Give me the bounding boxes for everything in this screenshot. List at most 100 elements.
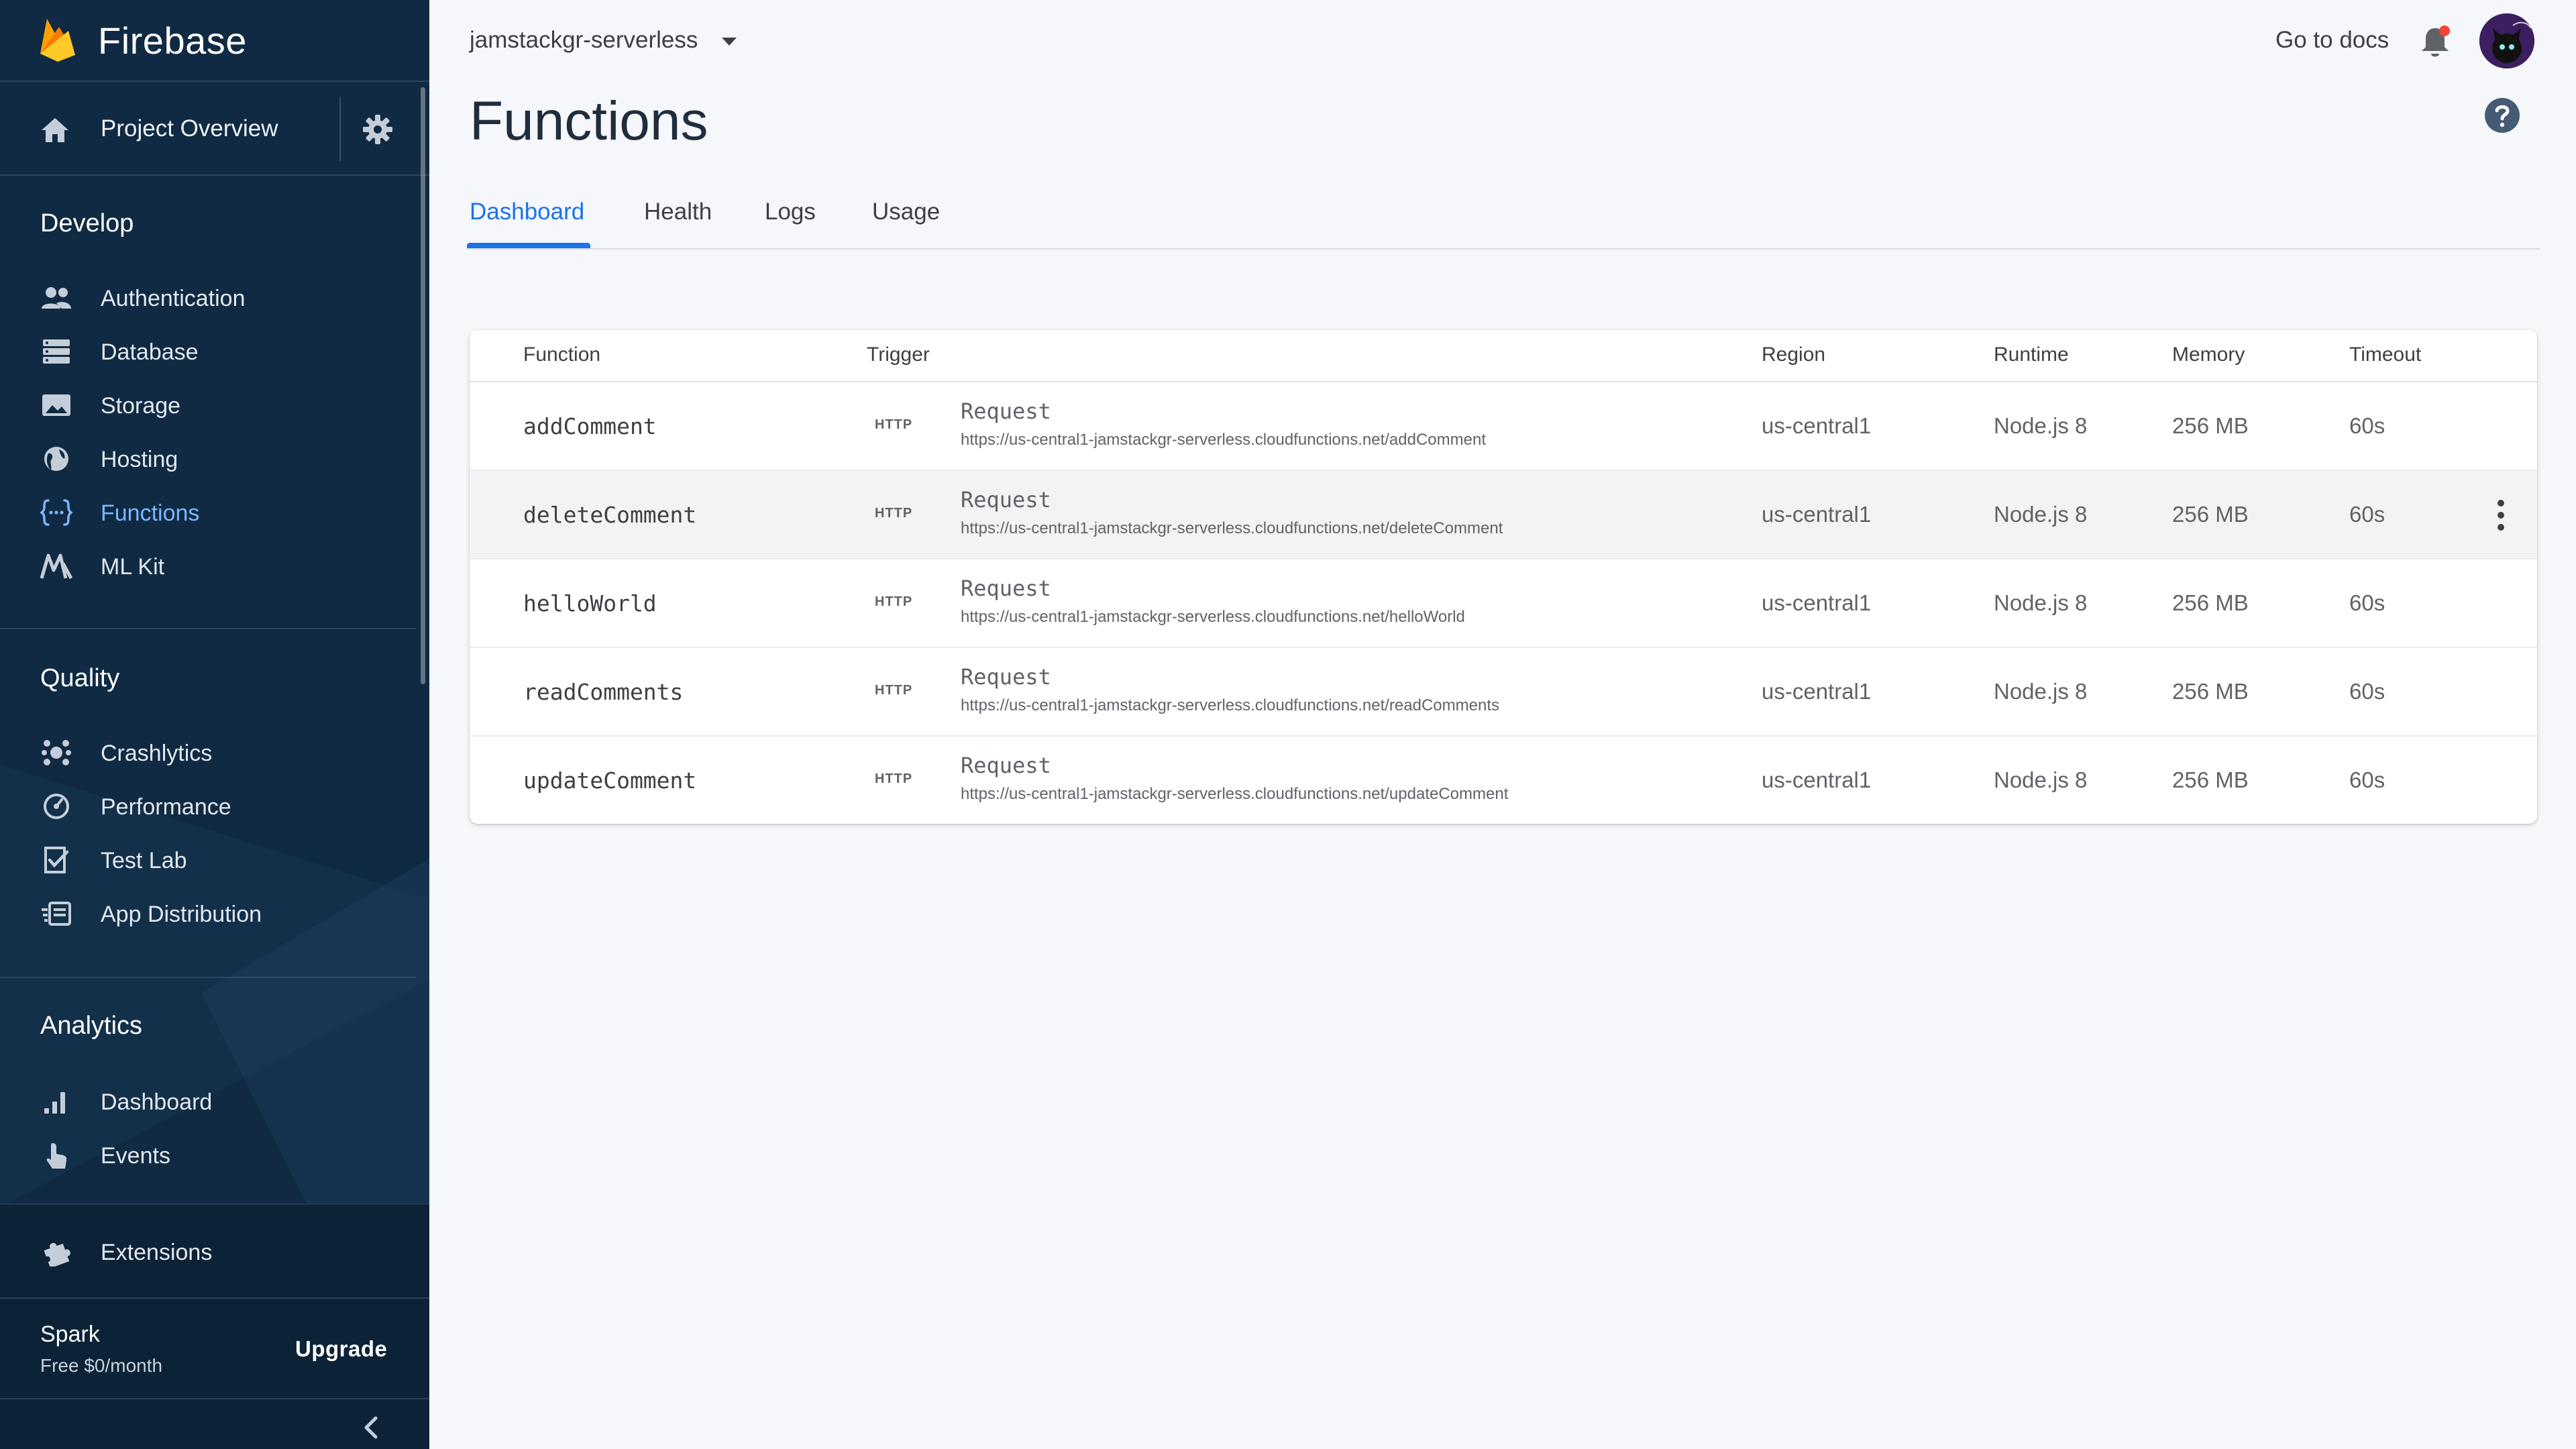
page-title: Functions [470, 91, 708, 152]
runtime-cell: Node.js 8 [1994, 767, 2088, 792]
database-icon [43, 339, 70, 364]
checklist-icon [44, 847, 69, 873]
memory-cell: 256 MB [2172, 590, 2249, 615]
avatar-image-icon [2479, 13, 2534, 68]
home-icon[interactable] [40, 117, 70, 144]
sidebar-item-storage[interactable]: Storage [0, 378, 416, 432]
plan-footer: Spark Free $0/month Upgrade [0, 1297, 429, 1398]
sidebar-item-app-distribution[interactable]: App Distribution [0, 887, 416, 941]
runtime-cell: Node.js 8 [1994, 413, 2088, 438]
tab-bar: Dashboard Health Logs Usage [467, 195, 2540, 250]
timeout-cell: 60s [2349, 502, 2385, 527]
sidebar-item-performance[interactable]: Performance [0, 780, 416, 833]
go-to-docs-link[interactable]: Go to docs [2275, 27, 2389, 54]
overview-divider [339, 97, 341, 161]
trigger-url[interactable]: https://us-central1-jamstackgr-serverles… [961, 608, 1465, 627]
firebase-logo-icon [40, 19, 75, 62]
timeout-cell: 60s [2349, 413, 2385, 438]
function-name[interactable]: deleteComment [523, 502, 696, 528]
runtime-cell: Node.js 8 [1994, 590, 2088, 615]
column-header-memory[interactable]: Memory [2172, 343, 2245, 366]
trigger-type-badge: HTTP [875, 771, 913, 786]
runtime-cell: Node.js 8 [1994, 502, 2088, 527]
region-cell: us-central1 [1762, 590, 1872, 615]
sidebar-item-extensions[interactable]: Extensions [0, 1225, 416, 1279]
sidebar-item-events[interactable]: Events [0, 1128, 416, 1182]
caret-down-icon[interactable] [719, 35, 739, 48]
function-name[interactable]: addComment [523, 413, 657, 439]
table-row[interactable]: helloWorld HTTP Request https://us-centr… [470, 559, 2537, 648]
region-cell: us-central1 [1762, 413, 1872, 438]
column-header-trigger[interactable]: Trigger [867, 343, 930, 366]
sidebar-item-authentication[interactable]: Authentication [0, 271, 416, 325]
sidebar: Firebase Project Overview Develop Authen… [0, 0, 429, 1449]
trigger-url[interactable]: https://us-central1-jamstackgr-serverles… [961, 696, 1499, 715]
active-tab-indicator [467, 243, 590, 248]
sidebar-item-label: Performance [101, 794, 231, 820]
trigger-url[interactable]: https://us-central1-jamstackgr-serverles… [961, 431, 1486, 449]
trigger-type-badge: HTTP [875, 683, 913, 698]
tab-health[interactable]: Health [644, 199, 712, 225]
sidebar-item-ml-kit[interactable]: ML Kit [0, 539, 416, 593]
function-name[interactable]: readComments [523, 679, 683, 705]
sidebar-item-label: ML Kit [101, 554, 165, 580]
sidebar-item-hosting[interactable]: Hosting [0, 432, 416, 486]
trigger-url[interactable]: https://us-central1-jamstackgr-serverles… [961, 785, 1508, 804]
table-row[interactable]: readComments HTTP Request https://us-cen… [470, 648, 2537, 737]
help-icon[interactable] [2483, 97, 2521, 134]
column-header-function[interactable]: Function [523, 343, 600, 366]
region-cell: us-central1 [1762, 679, 1872, 704]
globe-icon [44, 447, 68, 471]
sidebar-item-label: Authentication [101, 286, 246, 311]
column-header-timeout[interactable]: Timeout [2349, 343, 2421, 366]
memory-cell: 256 MB [2172, 679, 2249, 704]
function-name[interactable]: helloWorld [523, 590, 657, 616]
sidebar-item-label: Database [101, 339, 199, 365]
plan-name: Spark [40, 1322, 100, 1347]
column-header-region[interactable]: Region [1762, 343, 1825, 366]
sidebar-item-functions[interactable]: Functions [0, 486, 416, 539]
sidebar-item-label: Extensions [101, 1240, 213, 1265]
region-cell: us-central1 [1762, 767, 1872, 792]
table-row[interactable]: updateComment HTTP Request https://us-ce… [470, 737, 2537, 824]
sidebar-item-label: App Distribution [101, 902, 262, 927]
sidebar-item-database[interactable]: Database [0, 325, 416, 378]
sidebar-item-test-lab[interactable]: Test Lab [0, 833, 416, 887]
project-overview-link[interactable]: Project Overview [101, 115, 278, 142]
brand-name: Firebase [98, 19, 247, 62]
function-name[interactable]: updateComment [523, 767, 696, 794]
collapse-sidebar-bar [0, 1398, 429, 1449]
sidebar-item-label: Hosting [101, 447, 178, 472]
sidebar-item-label: Test Lab [101, 848, 187, 873]
sidebar-item-analytics-dashboard[interactable]: Dashboard [0, 1075, 416, 1128]
upgrade-button[interactable]: Upgrade [295, 1336, 387, 1362]
tab-usage[interactable]: Usage [872, 199, 940, 225]
trigger-label: Request [961, 664, 1051, 690]
touch-icon [46, 1143, 67, 1169]
table-header: Function Trigger Region Runtime Memory T… [470, 330, 2537, 382]
more-vert-icon[interactable] [2494, 498, 2508, 533]
tab-dashboard[interactable]: Dashboard [470, 199, 584, 225]
memory-cell: 256 MB [2172, 502, 2249, 527]
main-content: jamstackgr-serverless Go to docs Functio… [429, 0, 2576, 1449]
functions-table: Function Trigger Region Runtime Memory T… [470, 330, 2537, 824]
notification-bell-icon[interactable] [2419, 24, 2451, 59]
sidebar-item-crashlytics[interactable]: Crashlytics [0, 726, 416, 780]
gear-icon[interactable] [362, 114, 393, 145]
speedometer-icon [44, 794, 69, 819]
plan-price: Free $0/month [40, 1355, 163, 1376]
trigger-type-badge: HTTP [875, 594, 913, 609]
column-header-runtime[interactable]: Runtime [1994, 343, 2069, 366]
user-avatar[interactable] [2479, 13, 2534, 68]
sidebar-scrollbar[interactable] [421, 87, 425, 684]
table-row[interactable]: addComment HTTP Request https://us-centr… [470, 382, 2537, 471]
firebase-brand[interactable]: Firebase [0, 0, 429, 82]
project-selector[interactable]: jamstackgr-serverless [470, 27, 698, 54]
ml-kit-icon [40, 553, 72, 580]
section-title-analytics: Analytics [40, 1012, 143, 1040]
tab-logs[interactable]: Logs [765, 199, 816, 225]
trigger-url[interactable]: https://us-central1-jamstackgr-serverles… [961, 519, 1503, 538]
chevron-left-icon[interactable] [360, 1414, 384, 1441]
puzzle-icon [44, 1242, 70, 1267]
table-row[interactable]: deleteComment HTTP Request https://us-ce… [470, 471, 2537, 559]
